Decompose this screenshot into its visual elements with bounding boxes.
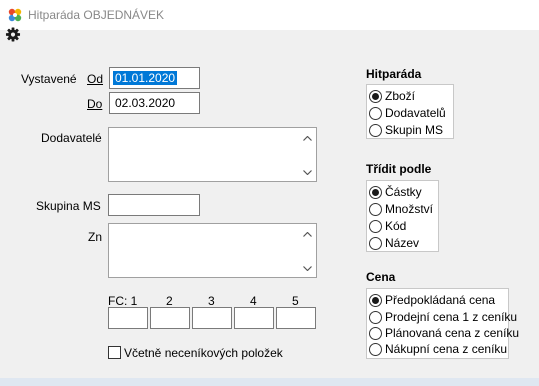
hitparada-group: Zboží Dodavatelů Skupin MS xyxy=(366,84,454,139)
tridit-podle-title: Třídit podle xyxy=(366,162,432,176)
tridit-option-mnozstvi[interactable]: Množství xyxy=(369,201,433,217)
app-flower-icon xyxy=(8,8,22,22)
radio-button[interactable] xyxy=(369,293,382,307)
zn-memo[interactable] xyxy=(108,223,317,278)
radio-button[interactable] xyxy=(369,310,382,324)
vcetne-neceníkovych-checkbox[interactable] xyxy=(108,346,121,359)
cena-option-planovana[interactable]: Plánovaná cena z ceníku xyxy=(369,325,519,341)
cena-option-prodejni-1[interactable]: Prodejní cena 1 z ceníku xyxy=(369,309,517,325)
dodavatele-memo[interactable] xyxy=(108,127,317,182)
fc-input-2[interactable] xyxy=(150,307,190,329)
radio-button[interactable] xyxy=(369,219,382,233)
tridit-option-kod[interactable]: Kód xyxy=(369,218,406,234)
cena-group: Předpokládaná cena Prodejní cena 1 z cen… xyxy=(366,288,519,359)
do-date-field[interactable]: 02.03.2020 xyxy=(109,92,200,114)
chevron-down-icon[interactable] xyxy=(300,261,315,275)
cena-option-predpokladana[interactable]: Předpokládaná cena xyxy=(369,292,495,308)
radio-button[interactable] xyxy=(369,236,382,250)
skupina-ms-input[interactable] xyxy=(108,194,200,216)
chevron-down-icon[interactable] xyxy=(300,165,315,179)
cena-option-nakupni[interactable]: Nákupní cena z ceníku xyxy=(369,341,507,357)
fc-input-5[interactable] xyxy=(276,307,316,329)
tridit-podle-group: Částky Množství Kód Název xyxy=(366,180,439,252)
radio-button[interactable] xyxy=(369,326,382,340)
dodavatele-label: Dodavatelé xyxy=(41,131,102,145)
tridit-option-nazev[interactable]: Název xyxy=(369,235,419,251)
radio-button[interactable] xyxy=(369,202,382,216)
radio-button[interactable] xyxy=(369,106,382,120)
fc-input-3[interactable] xyxy=(192,307,232,329)
bottom-border xyxy=(0,378,539,386)
tridit-option-castky[interactable]: Částky xyxy=(369,184,422,200)
fc-label-5: 5 xyxy=(292,294,299,308)
hitparada-option-dodavatelu[interactable]: Dodavatelů xyxy=(369,105,446,121)
chevron-up-icon[interactable] xyxy=(300,131,315,145)
hitparada-option-zbozi[interactable]: Zboží xyxy=(369,88,415,104)
hitparada-option-skupin-ms[interactable]: Skupin MS xyxy=(369,122,443,138)
od-label: Od xyxy=(87,72,104,86)
fc-label-4: 4 xyxy=(250,294,257,308)
zn-label: Zn xyxy=(88,230,103,244)
cena-title: Cena xyxy=(366,270,396,284)
do-date-value: 02.03.2020 xyxy=(115,96,176,110)
fc-label-3: 3 xyxy=(208,294,215,308)
hitparada-title: Hitparáda xyxy=(366,67,422,81)
od-date-value: 01.01.2020 xyxy=(113,71,178,85)
chevron-up-icon[interactable] xyxy=(300,227,315,241)
od-date-field[interactable]: 01.01.2020 xyxy=(109,67,200,89)
vcetne-neceníkovych-label: Včetně neceníkových položek xyxy=(124,346,283,360)
fc-input-4[interactable] xyxy=(234,307,274,329)
radio-button[interactable] xyxy=(369,342,382,356)
do-label: Do xyxy=(87,97,103,111)
gear-icon[interactable] xyxy=(5,27,21,42)
radio-button[interactable] xyxy=(369,89,382,103)
skupina-ms-label: Skupina MS xyxy=(36,199,101,213)
radio-button[interactable] xyxy=(369,185,382,199)
vystavene-label: Vystavené xyxy=(21,72,77,86)
fc-label-1: FC: 1 xyxy=(108,294,138,308)
fc-label-2: 2 xyxy=(166,294,173,308)
window-title: Hitparáda OBJEDNÁVEK xyxy=(28,8,165,22)
fc-input-1[interactable] xyxy=(108,307,148,329)
radio-button[interactable] xyxy=(369,123,382,137)
